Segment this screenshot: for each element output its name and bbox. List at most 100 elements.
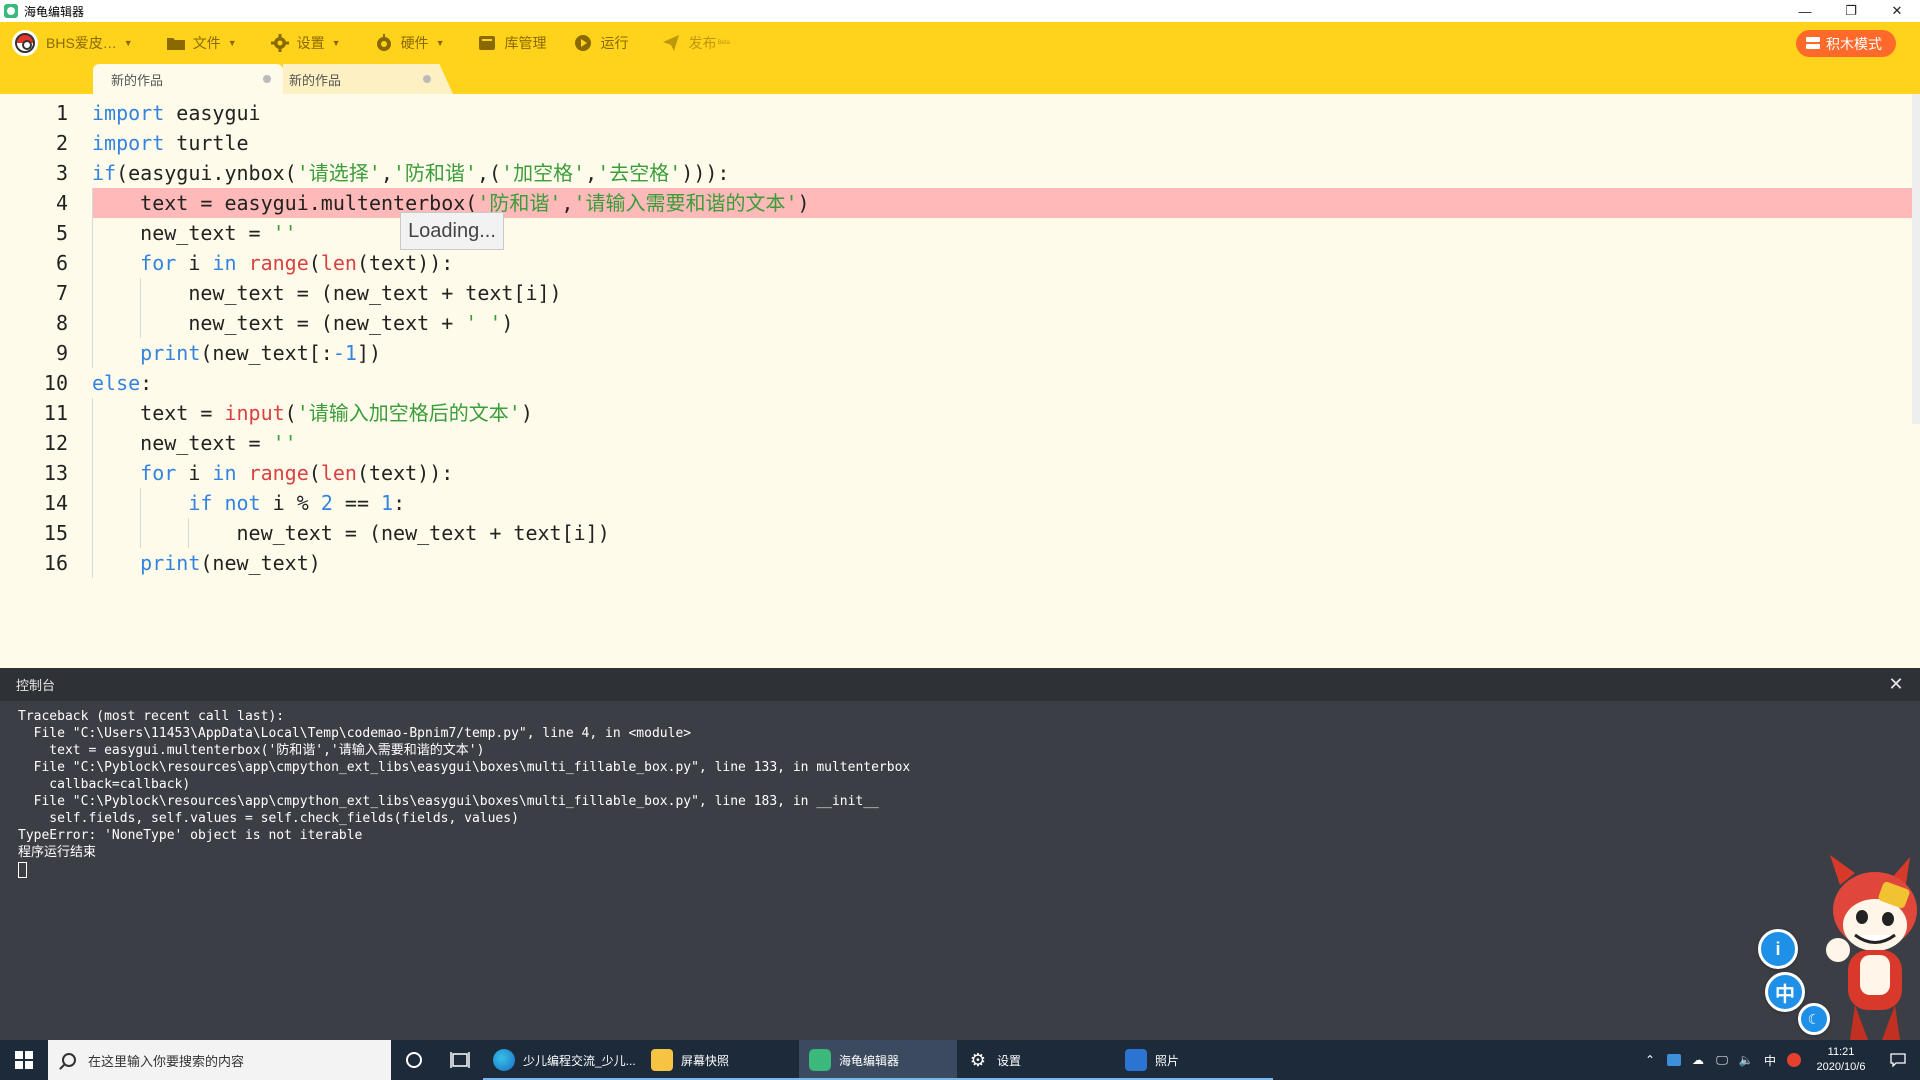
- code-line[interactable]: new_text = '': [92, 428, 1912, 458]
- code-line[interactable]: import easygui: [92, 98, 1912, 128]
- code-line-error-highlight[interactable]: text = easygui.multenterbox('防和谐','请输入需要…: [92, 188, 1912, 218]
- line-number: 4: [55, 191, 68, 215]
- user-name: BHS爱皮…: [46, 35, 117, 51]
- settings-menu-label: 设置: [296, 35, 325, 51]
- code-line[interactable]: new_text = '': [92, 218, 1912, 248]
- code-area[interactable]: import easygui import turtle if(easygui.yn…: [92, 94, 1912, 668]
- taskbar-app-photos[interactable]: 照片: [1115, 1040, 1273, 1080]
- line-number: 10: [43, 371, 68, 395]
- publish-button[interactable]: 发布 Beta: [662, 22, 730, 64]
- restore-button[interactable]: ❐: [1828, 0, 1874, 22]
- taskbar-app-turtle-editor[interactable]: 海龟编辑器: [799, 1040, 957, 1080]
- taskbar-clock[interactable]: 11:21 2020/10/6: [1806, 1045, 1876, 1075]
- start-button[interactable]: [0, 1040, 48, 1080]
- console-close-button[interactable]: ✕: [1886, 674, 1906, 694]
- notification-button[interactable]: [1876, 1040, 1920, 1080]
- indent-guide: [188, 518, 189, 548]
- code-line[interactable]: else:: [92, 368, 1912, 398]
- pokeball-icon: [15, 33, 35, 53]
- task-view-button[interactable]: [437, 1040, 483, 1080]
- settings-menu[interactable]: 设置 ▼: [270, 22, 341, 64]
- moon-icon[interactable]: ☾: [1798, 1003, 1830, 1035]
- code-line[interactable]: new_text = (new_text + ' '): [92, 308, 1912, 338]
- main-toolbar: BHS爱皮… ▼ 文件 ▼ 设置 ▼ 硬件 ▼ 库管理 运行 发布 Beta 积…: [0, 22, 1920, 64]
- loading-tooltip: Loading...: [400, 212, 504, 250]
- ime-indicator[interactable]: 中: [1758, 1040, 1782, 1080]
- chevron-up-icon[interactable]: ⌃: [1638, 1040, 1662, 1080]
- taskbar-app-folder[interactable]: 屏幕快照: [641, 1040, 799, 1080]
- code-editor[interactable]: 1 2 3 4 5 6 7 8 9 10 11 12 13 14 15 16 import easygui im…: [0, 94, 1920, 739]
- taskbar-app-edge[interactable]: 少儿编程交流_少儿...: [483, 1040, 641, 1080]
- clock-date: 2020/10/6: [1816, 1061, 1866, 1073]
- code-line[interactable]: text = input('请输入加空格后的文本'): [92, 398, 1912, 428]
- code-line[interactable]: if(easygui.ynbox('请选择','防和谐',('加空格','去空格…: [92, 158, 1912, 188]
- unsaved-dot-icon[interactable]: [423, 75, 431, 83]
- line-number: 7: [55, 281, 68, 305]
- tray-app-icon[interactable]: [1662, 1040, 1686, 1080]
- line-number: 6: [55, 251, 68, 275]
- edge-icon: [493, 1049, 515, 1071]
- taskbar-app-gear[interactable]: ⚙ 设置: [957, 1040, 1115, 1080]
- library-icon: [478, 34, 496, 52]
- console-title: 控制台: [16, 678, 56, 693]
- code-line[interactable]: if not i % 2 == 1:: [92, 488, 1912, 518]
- taskbar-search-box[interactable]: 在这里输入你要搜索的内容: [48, 1040, 391, 1080]
- notification-icon: [1890, 1053, 1906, 1067]
- console-input-line[interactable]: [18, 861, 1900, 878]
- console-panel: 控制台 ✕ Traceback (most recent call last):…: [0, 668, 1920, 1040]
- turtle-editor-icon: [809, 1049, 831, 1071]
- task-view-icon: [450, 1052, 470, 1068]
- windows-taskbar: 在这里输入你要搜索的内容 少儿编程交流_少儿... 屏幕快照 海龟编辑器 ⚙ 设置 照片 …: [0, 1040, 1920, 1080]
- chevron-down-icon: ▼: [331, 38, 341, 48]
- minimize-button[interactable]: —: [1782, 0, 1828, 22]
- run-toolbar-button[interactable]: 运行: [574, 22, 628, 64]
- console-cursor[interactable]: [18, 861, 27, 878]
- taskbar-apps: 少儿编程交流_少儿... 屏幕快照 海龟编辑器 ⚙ 设置 照片: [483, 1040, 1273, 1080]
- close-button[interactable]: ✕: [1874, 0, 1920, 22]
- console-output[interactable]: Traceback (most recent call last): File …: [18, 708, 1900, 878]
- folder-icon: [166, 34, 185, 52]
- line-number: 5: [55, 221, 68, 245]
- taskbar-app-label: 照片: [1155, 1053, 1180, 1068]
- tab-strip: 新的作品 新的作品: [0, 64, 1920, 94]
- code-line[interactable]: new_text = (new_text + text[i]): [92, 518, 1912, 548]
- file-menu[interactable]: 文件 ▼: [166, 22, 237, 64]
- code-line[interactable]: new_text = (new_text + text[i]): [92, 278, 1912, 308]
- cortana-button[interactable]: [391, 1040, 437, 1080]
- network-icon[interactable]: 🖵: [1710, 1040, 1734, 1080]
- search-icon: [62, 1053, 76, 1067]
- console-line: File "C:\Users\11453\AppData\Local\Temp\…: [18, 726, 692, 741]
- chevron-down-icon: ▼: [435, 38, 445, 48]
- editor-scrollbar[interactable]: [1912, 94, 1920, 424]
- line-number: 9: [55, 341, 68, 365]
- code-line[interactable]: import turtle: [92, 128, 1912, 158]
- tab-new-work-1[interactable]: 新的作品: [93, 64, 283, 94]
- run-label: 运行: [600, 35, 629, 51]
- line-number: 8: [55, 311, 68, 335]
- ime-chinese-button[interactable]: 中: [1765, 972, 1805, 1012]
- onedrive-icon[interactable]: ☁: [1686, 1040, 1710, 1080]
- user-menu[interactable]: BHS爱皮… ▼: [12, 22, 133, 64]
- tab-new-work-2[interactable]: 新的作品: [283, 64, 453, 94]
- code-line[interactable]: print(new_text): [92, 548, 1912, 578]
- tab-label: 新的作品: [289, 72, 342, 88]
- indent-guide: [140, 278, 141, 338]
- info-icon[interactable]: i: [1758, 929, 1798, 969]
- chevron-down-icon: ▼: [227, 38, 237, 48]
- code-line[interactable]: for i in range(len(text)):: [92, 248, 1912, 278]
- volume-icon[interactable]: 🔈: [1734, 1040, 1758, 1080]
- line-number: 11: [43, 401, 68, 425]
- search-placeholder: 在这里输入你要搜索的内容: [88, 1053, 245, 1069]
- line-number: 16: [43, 551, 68, 575]
- sogou-icon[interactable]: [1782, 1040, 1806, 1080]
- window-titlebar: 海龟编辑器 — ❐ ✕: [0, 0, 1920, 22]
- code-line[interactable]: for i in range(len(text)):: [92, 458, 1912, 488]
- app-logo-icon: [4, 4, 18, 18]
- indent-guide: [140, 488, 141, 548]
- code-line[interactable]: print(new_text[:-1]): [92, 338, 1912, 368]
- block-mode-button[interactable]: 积木模式: [1796, 30, 1896, 57]
- window-controls: — ❐ ✕: [1782, 0, 1920, 22]
- unsaved-dot-icon[interactable]: [263, 75, 271, 83]
- hardware-menu[interactable]: 硬件 ▼: [375, 22, 445, 64]
- library-button[interactable]: 库管理: [478, 22, 546, 64]
